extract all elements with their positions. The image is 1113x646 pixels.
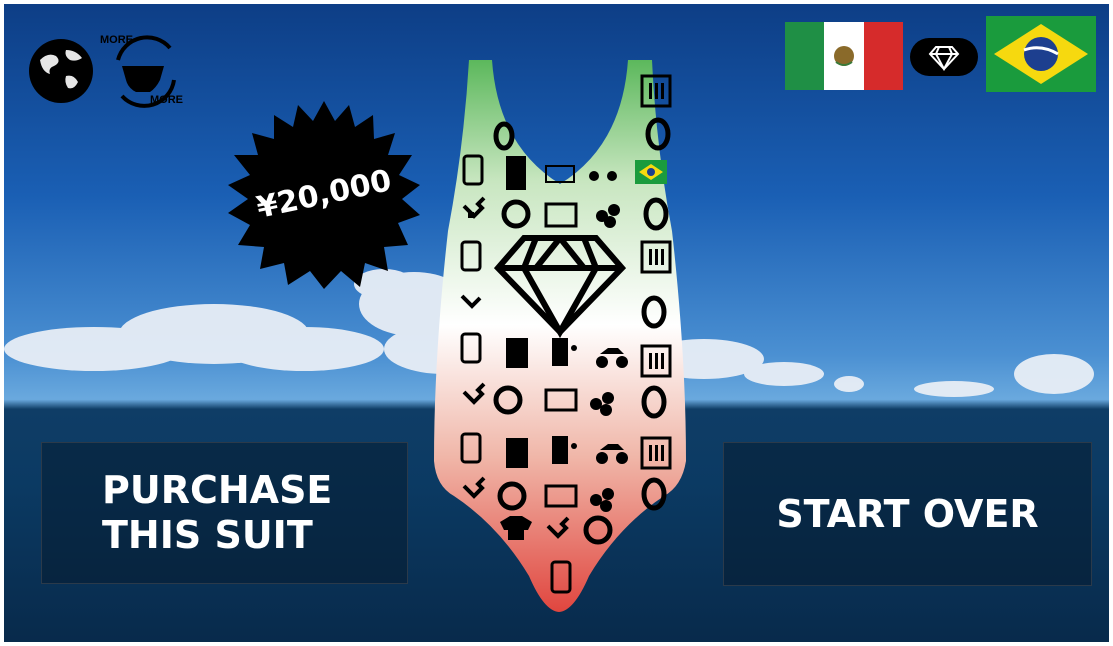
swimsuit-preview bbox=[434, 60, 686, 612]
more-swimsuit-cycle-icon[interactable]: MORE MORE bbox=[100, 30, 192, 114]
more-top-label: MORE bbox=[100, 34, 133, 46]
purchase-suit-label: PURCHASE THIS SUIT bbox=[102, 468, 333, 557]
diamond-icon[interactable] bbox=[910, 38, 978, 76]
start-over-button[interactable]: START OVER bbox=[723, 442, 1092, 586]
start-over-label: START OVER bbox=[776, 492, 1039, 536]
scene-background: MORE MORE ¥20,000 PURCHASE THIS SUIT STA… bbox=[4, 4, 1109, 642]
purchase-suit-button[interactable]: PURCHASE THIS SUIT bbox=[41, 442, 408, 584]
mexico-flag-icon[interactable] bbox=[785, 22, 903, 90]
price-label: ¥20,000 bbox=[253, 162, 395, 226]
globe-icon[interactable] bbox=[26, 36, 96, 106]
price-badge: ¥20,000 bbox=[224, 99, 424, 289]
more-bottom-label: MORE bbox=[150, 94, 183, 106]
brazil-flag-icon[interactable] bbox=[986, 16, 1096, 92]
